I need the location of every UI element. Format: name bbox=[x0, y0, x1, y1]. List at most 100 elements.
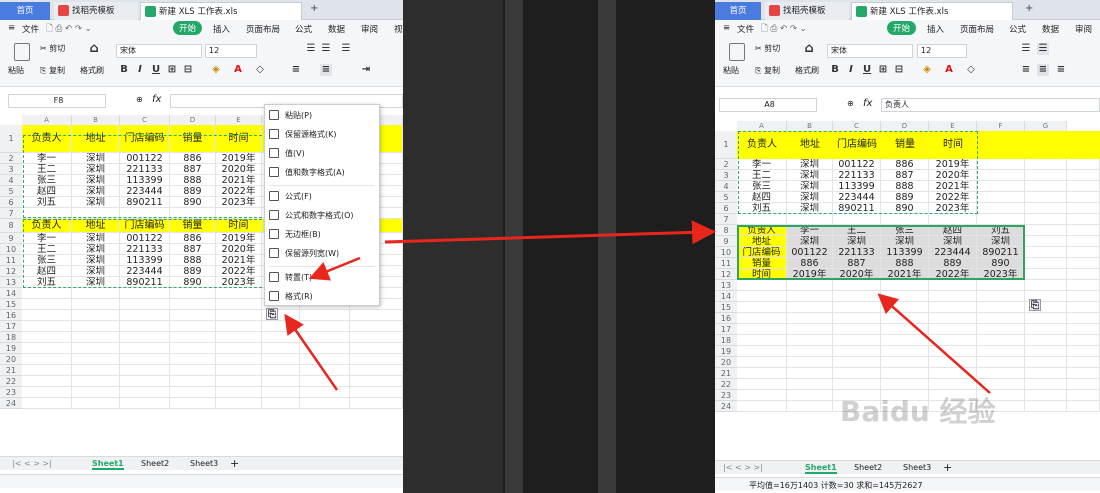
sheet-nav-icons[interactable]: |< < > >| bbox=[12, 459, 52, 468]
paste-options-icon[interactable]: ⎘ bbox=[1029, 299, 1041, 311]
tab-document[interactable]: 新建 XLS 工作表.xls bbox=[140, 2, 302, 20]
align-top-icon[interactable]: ☰ bbox=[305, 43, 317, 55]
align-top-icon[interactable]: ☰ bbox=[1020, 43, 1032, 55]
add-sheet-button[interactable]: + bbox=[230, 457, 239, 470]
menu-no-border[interactable]: 无边框(B) bbox=[269, 227, 321, 243]
paste-icon[interactable] bbox=[14, 43, 30, 61]
cut-button[interactable]: ✂ 剪切 bbox=[40, 43, 65, 54]
bold-icon[interactable]: B bbox=[829, 64, 841, 76]
add-tab-button[interactable]: + bbox=[310, 3, 318, 14]
menu-start[interactable]: 开始 bbox=[173, 21, 203, 35]
underline-icon[interactable]: U bbox=[861, 64, 873, 76]
border-icon[interactable]: ⊞ bbox=[877, 64, 889, 76]
tab-home[interactable]: 首页 bbox=[0, 2, 50, 20]
paste-options-icon[interactable]: ⎘ bbox=[266, 308, 278, 320]
sheet-tab-3[interactable]: Sheet3 bbox=[190, 459, 218, 468]
copy-button[interactable]: ⎘ 复制 bbox=[755, 65, 780, 76]
menu-formula[interactable]: 公式 bbox=[295, 23, 312, 35]
menu-formula-number[interactable]: 公式和数字格式(O) bbox=[269, 208, 354, 224]
tab-template[interactable]: 找稻壳模板 bbox=[765, 2, 849, 20]
italic-icon[interactable]: I bbox=[134, 64, 146, 76]
name-box[interactable]: A8 bbox=[719, 98, 817, 112]
menu-insert[interactable]: 插入 bbox=[927, 23, 944, 35]
menu-format[interactable]: 格式(R) bbox=[269, 289, 313, 305]
menu-view[interactable]: 视 bbox=[394, 23, 403, 35]
sheet-tab-2[interactable]: Sheet2 bbox=[141, 459, 169, 468]
menu-page-layout[interactable]: 页面布局 bbox=[246, 23, 280, 35]
hamburger-icon[interactable]: ≡ bbox=[8, 23, 15, 33]
align-center-h-icon[interactable]: ≡ bbox=[1037, 64, 1049, 76]
format-painter-icon[interactable]: ⌂ bbox=[88, 42, 100, 55]
font-select[interactable]: 宋体 bbox=[827, 44, 913, 58]
menu-paste[interactable]: 粘贴(P) bbox=[269, 108, 312, 124]
sheet-tab-3[interactable]: Sheet3 bbox=[903, 463, 931, 472]
copy-button[interactable]: ⎘ 复制 bbox=[40, 65, 65, 76]
menu-formula-item[interactable]: 公式(F) bbox=[269, 189, 312, 205]
tab-home[interactable]: 首页 bbox=[715, 2, 761, 20]
bold-icon[interactable]: B bbox=[118, 64, 130, 76]
cell bbox=[216, 365, 262, 376]
indent-icon[interactable]: ⇥ bbox=[360, 64, 372, 76]
align-middle-icon[interactable]: ☰ bbox=[1037, 43, 1049, 55]
zoom-icon[interactable]: ⊕ bbox=[136, 95, 143, 104]
fill-color-icon[interactable]: ◈ bbox=[921, 64, 933, 76]
clear-icon[interactable]: ◇ bbox=[965, 64, 977, 76]
menu-transpose[interactable]: 转置(T) bbox=[269, 270, 312, 286]
zoom-icon[interactable]: ⊕ bbox=[847, 99, 854, 108]
name-box[interactable]: F8 bbox=[8, 94, 106, 108]
hamburger-icon[interactable]: ≡ bbox=[723, 23, 730, 33]
left-window: 首页 找稻壳模板 新建 XLS 工作表.xls + ≡ 文件 🗋 ⎙ ↶ ↷ ⌄… bbox=[0, 0, 403, 493]
merge-icon[interactable]: ⊟ bbox=[893, 64, 905, 76]
tab-document[interactable]: 新建 XLS 工作表.xls bbox=[851, 2, 1013, 20]
menu-values[interactable]: 值(V) bbox=[269, 146, 305, 162]
align-right-icon[interactable]: ≡ bbox=[1055, 64, 1067, 76]
menu-page-layout[interactable]: 页面布局 bbox=[960, 23, 994, 35]
menu-keep-source[interactable]: 保留源格式(K) bbox=[269, 127, 337, 143]
font-color-icon[interactable]: A bbox=[232, 64, 244, 76]
format-painter-button[interactable]: 格式刷 bbox=[795, 65, 819, 76]
merge-icon[interactable]: ⊟ bbox=[182, 64, 194, 76]
align-middle-icon[interactable]: ☰ bbox=[320, 43, 332, 55]
format-painter-icon[interactable]: ⌂ bbox=[803, 42, 815, 55]
align-bottom-icon[interactable]: ☰ bbox=[340, 43, 352, 55]
clear-icon[interactable]: ◇ bbox=[254, 64, 266, 76]
menu-review[interactable]: 审阅 bbox=[361, 23, 378, 35]
fx-icon[interactable]: fx bbox=[863, 98, 872, 109]
paste-button[interactable]: 粘贴 bbox=[723, 65, 739, 76]
menu-file[interactable]: 文件 bbox=[22, 23, 39, 35]
sheet-tab-1[interactable]: Sheet1 bbox=[805, 463, 837, 474]
fx-icon[interactable]: fx bbox=[152, 94, 161, 105]
cell bbox=[977, 335, 1025, 346]
italic-icon[interactable]: I bbox=[845, 64, 857, 76]
fill-color-icon[interactable]: ◈ bbox=[210, 64, 222, 76]
paste-icon[interactable] bbox=[729, 43, 745, 61]
formula-input[interactable]: 负责人 bbox=[881, 98, 1100, 112]
add-sheet-button[interactable]: + bbox=[943, 461, 952, 474]
menu-data[interactable]: 数据 bbox=[1042, 23, 1059, 35]
align-center-icon[interactable]: ≡ bbox=[290, 64, 302, 76]
sheet-nav-icons[interactable]: |< < > >| bbox=[723, 463, 763, 472]
align-center-h-icon[interactable]: ≡ bbox=[320, 64, 332, 76]
font-select[interactable]: 宋体 bbox=[116, 44, 202, 58]
menu-data[interactable]: 数据 bbox=[328, 23, 345, 35]
paste-button[interactable]: 粘贴 bbox=[8, 65, 24, 76]
font-size-select[interactable]: 12 bbox=[205, 44, 257, 58]
font-color-icon[interactable]: A bbox=[943, 64, 955, 76]
menu-review[interactable]: 审阅 bbox=[1075, 23, 1092, 35]
sheet-tab-1[interactable]: Sheet1 bbox=[92, 459, 124, 470]
format-painter-button[interactable]: 格式刷 bbox=[80, 65, 104, 76]
menu-file[interactable]: 文件 bbox=[737, 23, 754, 35]
cut-button[interactable]: ✂ 剪切 bbox=[755, 43, 780, 54]
border-icon[interactable]: ⊞ bbox=[166, 64, 178, 76]
menu-values-number[interactable]: 值和数字格式(A) bbox=[269, 165, 345, 181]
menu-start[interactable]: 开始 bbox=[887, 21, 917, 35]
font-size-select[interactable]: 12 bbox=[917, 44, 967, 58]
align-left-icon[interactable]: ≡ bbox=[1020, 64, 1032, 76]
underline-icon[interactable]: U bbox=[150, 64, 162, 76]
menu-formula[interactable]: 公式 bbox=[1009, 23, 1026, 35]
add-tab-button[interactable]: + bbox=[1025, 3, 1033, 14]
menu-keep-width[interactable]: 保留源列宽(W) bbox=[269, 246, 339, 262]
menu-insert[interactable]: 插入 bbox=[213, 23, 230, 35]
sheet-tab-2[interactable]: Sheet2 bbox=[854, 463, 882, 472]
tab-template[interactable]: 找稻壳模板 bbox=[54, 2, 138, 20]
